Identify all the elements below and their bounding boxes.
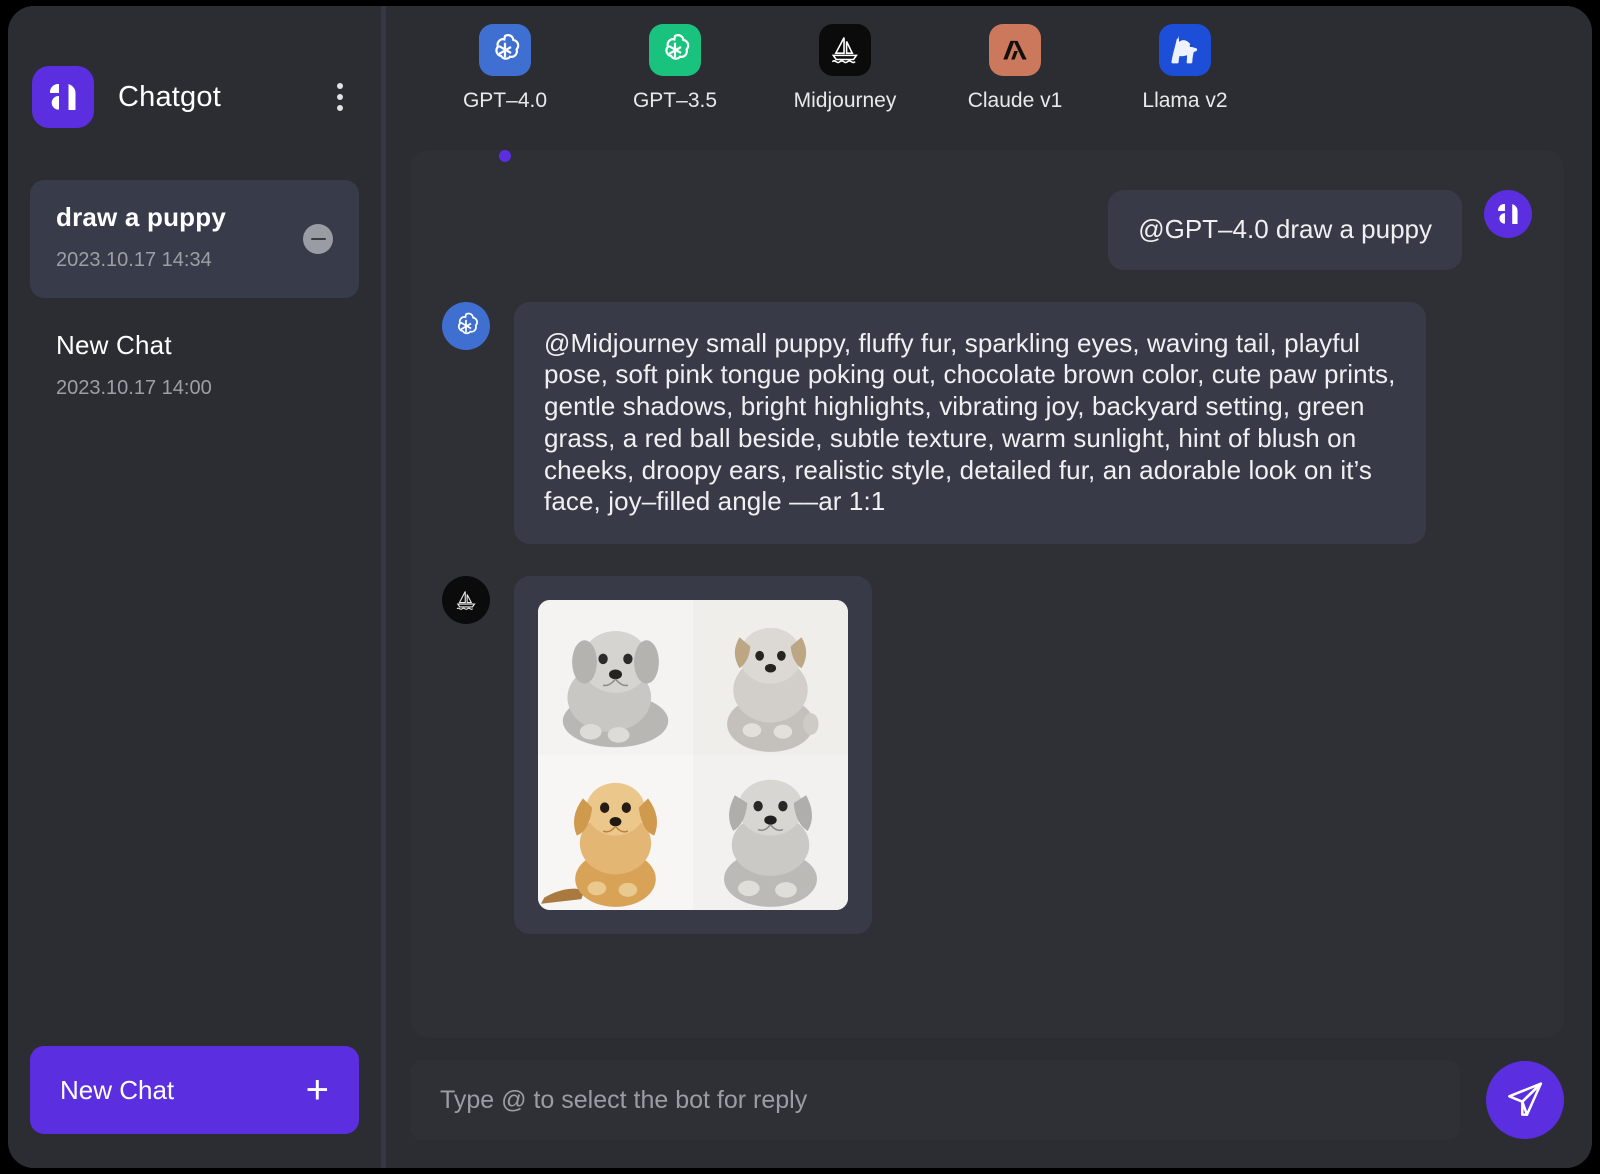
midjourney-avatar-icon bbox=[442, 576, 490, 624]
sailboat-icon bbox=[819, 24, 871, 76]
send-button[interactable] bbox=[1486, 1061, 1564, 1139]
model-tab-label: Midjourney bbox=[794, 89, 897, 113]
model-tab-gpt-4[interactable]: GPT–4.0 bbox=[438, 24, 572, 144]
model-tab-label: Llama v2 bbox=[1142, 89, 1227, 113]
model-tab-bar: GPT–4.0 GPT–3.5 bbox=[410, 6, 1564, 144]
image-grid[interactable] bbox=[538, 600, 848, 910]
generated-image-2[interactable] bbox=[693, 600, 848, 755]
chat-item-title: draw a puppy bbox=[56, 202, 333, 233]
composer bbox=[410, 1038, 1564, 1168]
user-message-bubble: @GPT–4.0 draw a puppy bbox=[1108, 190, 1462, 270]
message-input[interactable] bbox=[410, 1060, 1460, 1140]
llama-icon bbox=[1159, 24, 1211, 76]
model-tab-label: GPT–3.5 bbox=[633, 89, 717, 113]
chat-item-timestamp: 2023.10.17 14:00 bbox=[56, 377, 333, 400]
chatgot-logo-icon bbox=[32, 66, 94, 128]
image-result-bubble[interactable] bbox=[514, 576, 872, 934]
bot-message-bubble: @Midjourney small puppy, fluffy fur, spa… bbox=[514, 302, 1426, 544]
active-model-indicator bbox=[499, 150, 511, 162]
main-area: GPT–4.0 GPT–3.5 bbox=[386, 6, 1592, 1168]
openai-icon bbox=[649, 24, 701, 76]
generated-image-1[interactable] bbox=[538, 600, 693, 755]
chat-item-timestamp: 2023.10.17 14:34 bbox=[56, 249, 333, 272]
conversation-panel[interactable]: @GPT–4.0 draw a puppy @Mi bbox=[410, 150, 1564, 1038]
model-tab-midjourney[interactable]: Midjourney bbox=[778, 24, 912, 144]
more-vertical-icon[interactable] bbox=[323, 77, 357, 117]
model-tab-claude[interactable]: Claude v1 bbox=[948, 24, 1082, 144]
chatgot-avatar-icon bbox=[1484, 190, 1532, 238]
new-chat-button[interactable]: New Chat + bbox=[30, 1046, 359, 1134]
model-tab-gpt-35[interactable]: GPT–3.5 bbox=[608, 24, 742, 144]
sidebar-header: Chatgot bbox=[8, 6, 381, 136]
generated-image-3[interactable] bbox=[538, 755, 693, 910]
message-row-user: @GPT–4.0 draw a puppy bbox=[442, 190, 1532, 270]
app-window: Chatgot draw a puppy 2023.10.17 14:34 Ne… bbox=[8, 6, 1592, 1168]
message-row-bot-gpt: @Midjourney small puppy, fluffy fur, spa… bbox=[442, 302, 1532, 544]
minus-circle-icon[interactable] bbox=[303, 224, 333, 254]
model-tab-llama[interactable]: Llama v2 bbox=[1118, 24, 1252, 144]
openai-avatar-icon bbox=[442, 302, 490, 350]
anthropic-icon bbox=[989, 24, 1041, 76]
app-title: Chatgot bbox=[118, 81, 323, 114]
model-tab-label: Claude v1 bbox=[968, 89, 1063, 113]
model-tab-label: GPT–4.0 bbox=[463, 89, 547, 113]
new-chat-label: New Chat bbox=[60, 1075, 306, 1106]
chat-list-item[interactable]: New Chat 2023.10.17 14:00 bbox=[30, 308, 359, 426]
plus-icon: + bbox=[306, 1070, 329, 1110]
sidebar: Chatgot draw a puppy 2023.10.17 14:34 Ne… bbox=[8, 6, 381, 1168]
openai-icon bbox=[479, 24, 531, 76]
chat-item-title: New Chat bbox=[56, 330, 333, 361]
message-row-bot-midjourney bbox=[442, 576, 1532, 934]
send-plane-icon bbox=[1505, 1079, 1545, 1122]
chat-list-item-active[interactable]: draw a puppy 2023.10.17 14:34 bbox=[30, 180, 359, 298]
chat-list: draw a puppy 2023.10.17 14:34 New Chat 2… bbox=[8, 136, 381, 1046]
generated-image-4[interactable] bbox=[693, 755, 848, 910]
